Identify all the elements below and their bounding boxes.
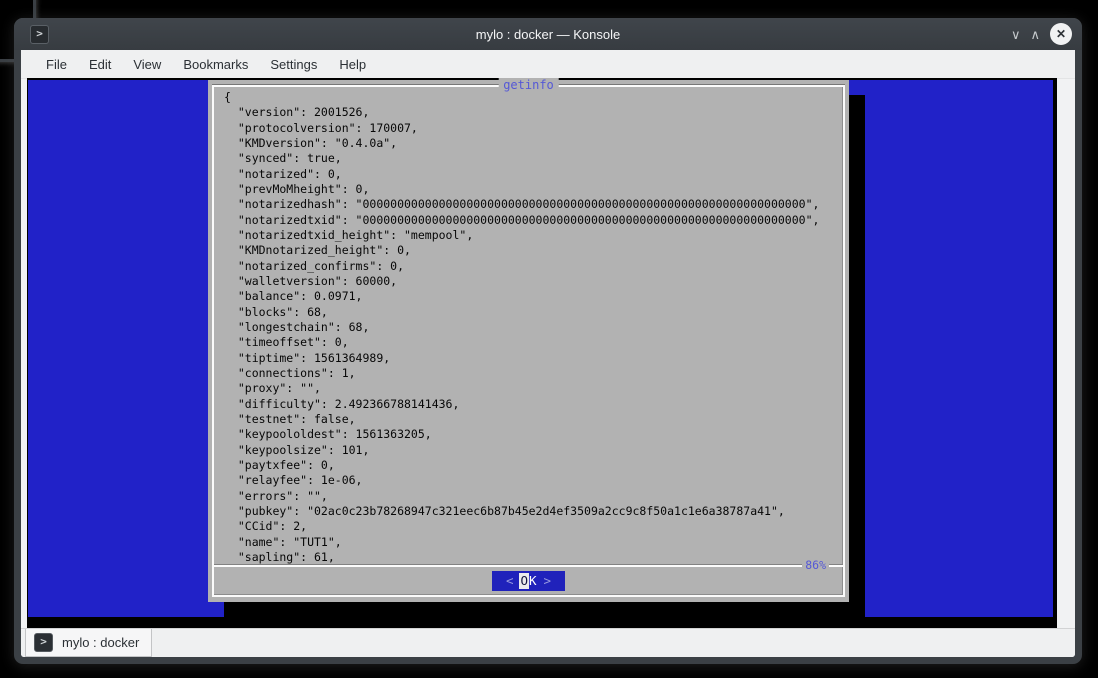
json-line: "difficulty": 2.492366788141436, — [224, 397, 843, 412]
menu-item[interactable]: Settings — [259, 53, 328, 76]
menu-item[interactable]: File — [35, 53, 78, 76]
window-controls: ∨ ∧ ✕ — [1011, 18, 1072, 50]
json-line: "sapling": 61, — [224, 550, 843, 565]
json-output: { "version": 2001526, "protocolversion":… — [214, 87, 843, 565]
json-line: "longestchain": 68, — [224, 320, 843, 335]
menu-bar: FileEditViewBookmarksSettingsHelp — [21, 50, 1075, 79]
minimize-button[interactable]: ∨ — [1011, 28, 1021, 41]
json-line: "version": 2001526, — [224, 105, 843, 120]
json-line: "prevMoMheight": 0, — [224, 182, 843, 197]
terminal-tab[interactable]: > mylo : docker — [25, 629, 152, 657]
json-line: "paytxfee": 0, — [224, 458, 843, 473]
json-line: "balance": 0.0971, — [224, 289, 843, 304]
json-line: "tiptime": 1561364989, — [224, 351, 843, 366]
json-line: "KMDnotarized_height": 0, — [224, 243, 843, 258]
tab-terminal-icon: > — [34, 633, 53, 652]
window-title: mylo : docker — Konsole — [14, 27, 1082, 42]
json-line: "notarized_confirms": 0, — [224, 259, 843, 274]
menu-item[interactable]: Bookmarks — [172, 53, 259, 76]
dialog-title: getinfo — [498, 78, 559, 93]
json-line: "connections": 1, — [224, 366, 843, 381]
progress-percent: 86% — [802, 558, 829, 573]
maximize-button[interactable]: ∧ — [1030, 28, 1040, 41]
tab-bar: > mylo : docker — [21, 628, 1075, 657]
json-line: "synced": true, — [224, 151, 843, 166]
dialog-separator: 86% — [214, 565, 843, 567]
json-line: "proxy": "", — [224, 381, 843, 396]
json-line: "walletversion": 60000, — [224, 274, 843, 289]
dialog-button-row: < O K > — [214, 567, 843, 595]
terminal-viewport[interactable]: getinfo { "version": 2001526, "protocolv… — [27, 78, 1057, 628]
menu-item[interactable]: View — [122, 53, 172, 76]
json-line: "notarizedhash": "0000000000000000000000… — [224, 197, 843, 212]
json-line: "errors": "", — [224, 489, 843, 504]
dialog-frame: getinfo { "version": 2001526, "protocolv… — [212, 85, 845, 597]
window-titlebar[interactable]: > mylo : docker — Konsole ∨ ∧ ✕ — [14, 18, 1082, 50]
json-line: "notarizedtxid_height": "mempool", — [224, 228, 843, 243]
ok-open-bracket: < — [500, 573, 520, 589]
close-button[interactable]: ✕ — [1050, 23, 1072, 45]
json-line: "name": "TUT1", — [224, 535, 843, 550]
json-line: "CCid": 2, — [224, 519, 843, 534]
json-line: "timeoffset": 0, — [224, 335, 843, 350]
tab-label: mylo : docker — [62, 635, 139, 650]
json-line: "blocks": 68, — [224, 305, 843, 320]
ok-cursor-char: O — [519, 573, 529, 589]
json-line: "pubkey": "02ac0c23b78268947c321eec6b87b… — [224, 504, 843, 519]
dialog-screen-background: getinfo { "version": 2001526, "protocolv… — [28, 80, 1053, 617]
json-line: "relayfee": 1e-06, — [224, 473, 843, 488]
getinfo-dialog: getinfo { "version": 2001526, "protocolv… — [208, 80, 849, 602]
json-line: "notarizedtxid": "0000000000000000000000… — [224, 213, 843, 228]
screenshot-canvas: > mylo : docker — Konsole ∨ ∧ ✕ FileEdit… — [0, 0, 1098, 678]
json-line: "testnet": false, — [224, 412, 843, 427]
json-line: "protocolversion": 170007, — [224, 121, 843, 136]
json-line: "keypoololdest": 1561363205, — [224, 427, 843, 442]
ok-close-bracket: > — [538, 573, 558, 589]
json-line: "KMDversion": "0.4.0a", — [224, 136, 843, 151]
json-line: "keypoolsize": 101, — [224, 443, 843, 458]
menu-item[interactable]: Help — [328, 53, 377, 76]
json-line: "notarized": 0, — [224, 167, 843, 182]
menu-item[interactable]: Edit — [78, 53, 122, 76]
ok-button[interactable]: < O K > — [492, 571, 565, 591]
konsole-window: > mylo : docker — Konsole ∨ ∧ ✕ FileEdit… — [14, 18, 1082, 664]
ok-label-rest: K — [529, 573, 538, 589]
window-body: FileEditViewBookmarksSettingsHelp getinf… — [21, 50, 1075, 657]
